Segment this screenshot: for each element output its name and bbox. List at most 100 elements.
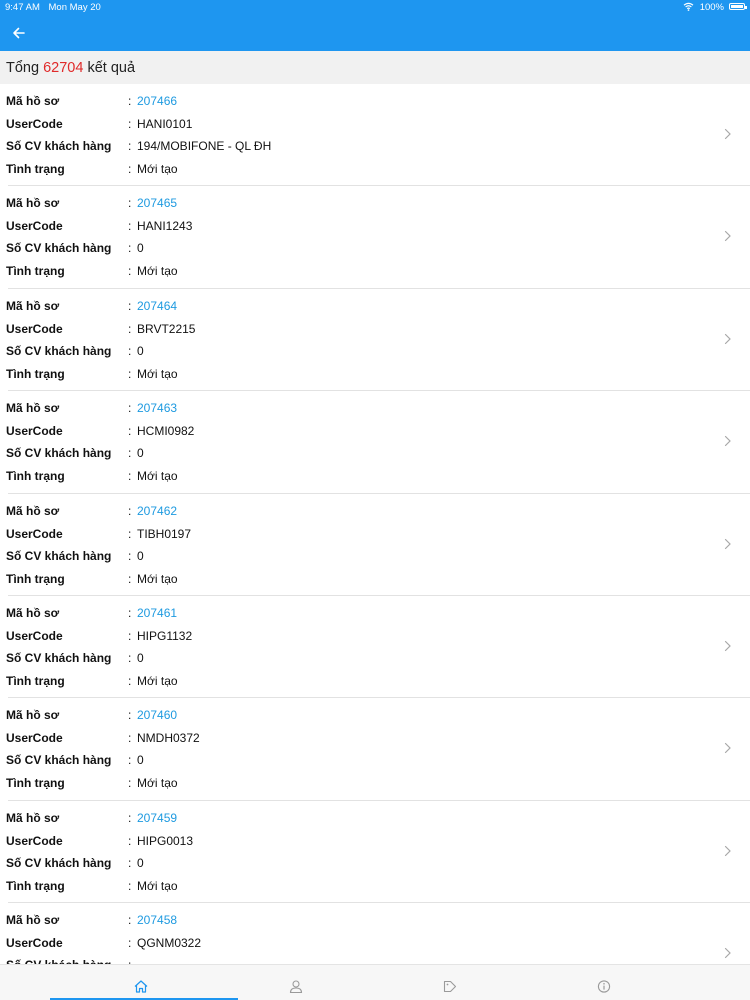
battery-icon	[729, 3, 747, 10]
label-tinh-trang: Tình trạng	[6, 469, 65, 484]
label-ma-ho-so: Mã hồ sơ	[6, 708, 60, 723]
summary-prefix: Tổng	[6, 60, 40, 76]
value-so-cv: 0	[137, 855, 144, 870]
label-tinh-trang: Tình trạng	[6, 673, 65, 688]
row-tinh-trang: Tình trạng : Mới tạo	[0, 876, 700, 896]
value-ma-ho-so[interactable]: 207465	[137, 196, 177, 210]
row-tinh-trang: Tình trạng : Mới tạo	[0, 466, 700, 486]
separator: :	[128, 776, 132, 791]
row-user-code: UserCode : NMDH0372	[0, 728, 700, 748]
value-user-code: HANI1243	[137, 219, 193, 234]
value-user-code: HIPG0013	[137, 833, 194, 848]
tag-icon	[443, 980, 456, 993]
value-so-cv: 194/MOBIFONE - QL ĐH	[137, 139, 272, 153]
label-so-cv: Số CV khách hàng	[6, 650, 112, 665]
label-user-code: UserCode	[6, 117, 63, 131]
chevron-right-icon	[724, 333, 731, 344]
label-ma-ho-so: Mã hồ sơ	[6, 605, 60, 620]
value-tinh-trang: Mới tạo	[137, 776, 178, 791]
result-summary-text: Tổng 62704 kết quả	[6, 60, 135, 76]
chevron-right-icon	[724, 128, 731, 140]
record-card[interactable]: Mã hồ sơ : 207463 UserCode : HCMI0982 Số…	[0, 391, 750, 494]
value-ma-ho-so[interactable]: 207460	[137, 708, 177, 722]
value-ma-ho-so[interactable]: 207464	[137, 299, 177, 313]
separator: :	[128, 321, 132, 336]
label-so-cv: Số CV khách hàng	[6, 241, 112, 256]
value-user-code: NMDH0372	[137, 731, 200, 746]
record-card[interactable]: Mã hồ sơ : 207466 UserCode : HANI0101 Số…	[0, 84, 750, 187]
separator: :	[128, 366, 132, 381]
value-user-code: HANI0101	[137, 117, 193, 131]
record-card[interactable]: Mã hồ sơ : 207461 UserCode : HIPG1132 Số…	[0, 596, 750, 699]
value-ma-ho-so[interactable]: 207458	[137, 913, 177, 927]
chevron-right-icon	[724, 231, 731, 242]
value-user-code: QGNM0322	[137, 936, 202, 951]
label-so-cv: Số CV khách hàng	[6, 139, 112, 153]
label-user-code: UserCode	[6, 936, 63, 951]
row-tinh-trang: Tình trạng : Mới tạo	[0, 159, 700, 179]
value-so-cv: 0	[137, 343, 144, 358]
separator: :	[128, 526, 132, 541]
value-ma-ho-so[interactable]: 207466	[137, 94, 177, 108]
separator: :	[128, 936, 132, 951]
row-tinh-trang: Tình trạng : Mới tạo	[0, 569, 700, 589]
separator: :	[128, 219, 132, 234]
record-card[interactable]: Mã hồ sơ : 207459 UserCode : HIPG0013 Số…	[0, 801, 750, 904]
value-ma-ho-so[interactable]: 207463	[137, 401, 177, 415]
separator: :	[128, 913, 132, 928]
value-tinh-trang: Mới tạo	[137, 469, 178, 484]
separator: :	[128, 810, 132, 825]
status-time: 9:47 AM Mon May 20	[5, 2, 101, 13]
home-icon	[134, 980, 148, 993]
separator: :	[128, 708, 132, 723]
label-user-code: UserCode	[6, 526, 63, 541]
separator: :	[128, 162, 132, 176]
value-ma-ho-so[interactable]: 207461	[137, 606, 177, 620]
value-so-cv: 0	[137, 548, 144, 563]
separator: :	[128, 731, 132, 746]
label-so-cv: Số CV khách hàng	[6, 753, 112, 768]
value-user-code: BRVT2215	[137, 321, 196, 336]
separator: :	[128, 94, 132, 108]
row-so-cv: Số CV khách hàng : 0	[0, 750, 700, 770]
label-tinh-trang: Tình trạng	[6, 776, 65, 791]
chevron-right-icon	[724, 640, 731, 652]
separator: :	[128, 855, 132, 870]
chevron-right-icon	[724, 845, 731, 856]
label-user-code: UserCode	[6, 219, 63, 234]
value-tinh-trang: Mới tạo	[137, 162, 178, 176]
record-card[interactable]: Mã hồ sơ : 207465 UserCode : HANI1243 Số…	[0, 186, 750, 290]
value-ma-ho-so[interactable]: 207459	[137, 811, 177, 825]
label-tinh-trang: Tình trạng	[6, 264, 65, 279]
app-screen: 9:47 AM Mon May 20 100% Tổng 62704 kết q…	[0, 0, 750, 1000]
chevron-right-icon	[724, 948, 731, 959]
row-user-code: UserCode : TIBH0197	[0, 524, 700, 544]
record-card[interactable]: Mã hồ sơ : 207460 UserCode : NMDH0372 Số…	[0, 698, 750, 802]
tab-info[interactable]	[510, 965, 698, 1000]
row-ma-ho-so: Mã hồ sơ : 207464	[0, 296, 700, 316]
record-card[interactable]: Mã hồ sơ : 207464 UserCode : BRVT2215 Số…	[0, 289, 750, 392]
separator: :	[128, 605, 132, 620]
value-so-cv: 0	[137, 241, 144, 256]
summary-suffix: kết quả	[87, 60, 136, 76]
row-user-code: UserCode : BRVT2215	[0, 319, 700, 339]
separator: :	[128, 401, 132, 416]
wifi-icon	[683, 2, 694, 11]
separator: :	[128, 878, 132, 893]
row-so-cv: Số CV khách hàng : 0	[0, 238, 700, 258]
value-ma-ho-so[interactable]: 207462	[137, 504, 177, 518]
result-summary: Tổng 62704 kết quả	[0, 51, 750, 84]
record-card[interactable]: Mã hồ sơ : 207462 UserCode : TIBH0197 Số…	[0, 494, 750, 597]
separator: :	[128, 241, 132, 256]
status-bar: 9:47 AM Mon May 20 100%	[0, 0, 750, 14]
record-card[interactable]: Mã hồ sơ : 207458 UserCode : QGNM0322 Số…	[0, 903, 750, 964]
separator: :	[128, 628, 132, 643]
value-so-cv: 0	[137, 650, 144, 665]
label-tinh-trang: Tình trạng	[6, 162, 65, 176]
row-ma-ho-so: Mã hồ sơ : 207460	[0, 705, 700, 725]
back-arrow-icon[interactable]	[9, 23, 29, 43]
value-so-cv: 0	[137, 446, 144, 461]
chevron-right-icon	[724, 538, 731, 549]
status-time-text: 9:47 AM	[5, 2, 40, 13]
value-tinh-trang: Mới tạo	[137, 264, 178, 279]
